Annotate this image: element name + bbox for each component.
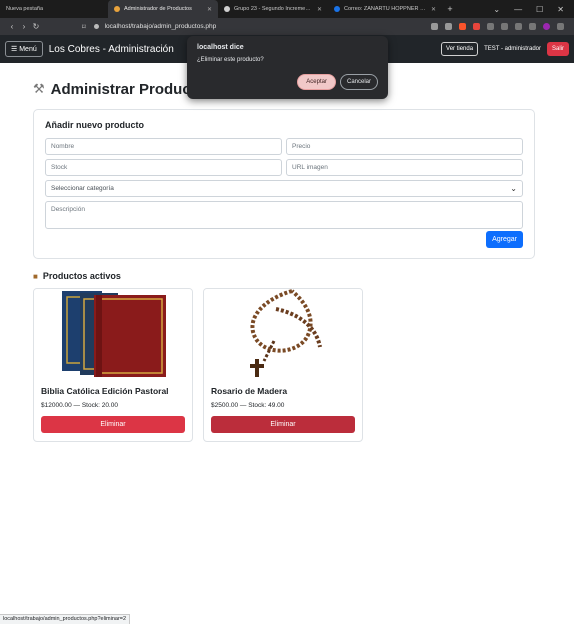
stock-input[interactable]: Stock [45, 159, 282, 176]
view-store-button[interactable]: Ver tienda [441, 42, 479, 56]
browser-tab[interactable]: Grupo 23 - Segundo Incremento Sci ✕ [218, 0, 328, 18]
form-heading: Añadir nuevo producto [45, 120, 144, 130]
browser-tab-active[interactable]: Administrador de Productos ✕ [108, 0, 218, 18]
address-bar: ‹ › ↻ ⌑ localhost/trabajo/admin_producto… [0, 18, 574, 35]
extensions-area [431, 23, 564, 30]
page-title-text: Administrar Product [50, 80, 196, 98]
tools-icon: ⚒ [33, 81, 45, 96]
window-controls: ⌄ — ☐ ✕ [493, 5, 574, 14]
image-url-input[interactable]: URL imagen [286, 159, 523, 176]
confirm-dialog: localhost dice ¿Eliminar este producto? … [187, 36, 388, 99]
box-icon: ■ [33, 271, 38, 281]
bookmark-icon[interactable]: ⌑ [82, 23, 86, 31]
tab-label: Administrador de Productos [124, 6, 192, 12]
close-tab-icon[interactable]: ✕ [317, 6, 322, 13]
product-price-stock: $2500.00 — Stock: 49.00 [211, 402, 285, 409]
browser-tab[interactable]: Correo: ZAÑARTU HOPPNER IGNACI ✕ [328, 0, 442, 18]
page-favicon-icon [114, 6, 120, 12]
back-icon[interactable]: ‹ [6, 22, 18, 31]
cancel-button[interactable]: Cancelar [339, 74, 378, 90]
price-input[interactable]: Precio [286, 138, 523, 155]
tab-label: Correo: ZAÑARTU HOPPNER IGNACI [344, 6, 427, 12]
share-icon[interactable] [431, 23, 438, 30]
logout-button[interactable]: Salir [546, 42, 569, 56]
rosary-image [250, 289, 322, 377]
tab-search-icon[interactable] [501, 23, 508, 30]
product-card: Biblia Católica Edición Pastoral $12000.… [33, 288, 193, 442]
brave-shield-icon[interactable] [459, 23, 466, 30]
url-text: localhost/trabajo/admin_productos.php [104, 23, 217, 30]
add-product-form: Añadir nuevo producto Nombre Precio Stoc… [33, 109, 535, 259]
navbar-right: Ver tienda TEST - administrador Salir [441, 42, 569, 56]
tab-label: Grupo 23 - Segundo Incremento Sci [234, 6, 313, 12]
product-name: Rosario de Madera [211, 386, 288, 396]
product-image-bible [34, 289, 192, 379]
chevron-down-icon: ⌄ [510, 184, 517, 193]
sidebar-icon[interactable] [487, 23, 494, 30]
category-select[interactable]: Seleccionar categoría ⌄ [45, 180, 523, 197]
product-name: Biblia Católica Edición Pastoral [41, 386, 169, 396]
browser-tab[interactable]: Nueva pestaña [0, 0, 108, 18]
forward-icon[interactable]: › [18, 22, 30, 31]
url-field[interactable]: localhost/trabajo/admin_productos.php [93, 21, 431, 33]
new-tab-button[interactable]: + [442, 4, 458, 14]
name-input[interactable]: Nombre [45, 138, 282, 155]
bible-book-image [62, 291, 166, 377]
outlook-icon [334, 6, 340, 12]
site-info-icon[interactable] [93, 24, 99, 29]
active-products-title: Productos activos [42, 271, 121, 281]
close-tab-icon[interactable]: ✕ [431, 6, 436, 13]
vpn-icon[interactable] [529, 23, 536, 30]
product-list: Biblia Católica Edición Pastoral $12000.… [33, 288, 535, 442]
product-image-rosary [204, 289, 362, 379]
reload-icon[interactable]: ↻ [30, 22, 42, 31]
maximize-icon[interactable]: ☐ [536, 5, 543, 14]
menu-button[interactable]: ☰ Menú [5, 41, 43, 57]
add-product-button[interactable]: Agregar [486, 231, 523, 248]
delete-product-button[interactable]: Eliminar [41, 416, 185, 433]
close-tab-icon[interactable]: ✕ [207, 6, 212, 13]
current-user: TEST - administrador [484, 46, 541, 52]
main-container: ⚒ Administrar Product Añadir nuevo produ… [33, 77, 535, 442]
dialog-message: ¿Eliminar este producto? [197, 57, 264, 63]
minimize-icon[interactable]: — [514, 5, 522, 14]
menu-icon[interactable] [557, 23, 564, 30]
close-icon[interactable]: ✕ [557, 5, 564, 14]
rewards-icon[interactable] [473, 23, 480, 30]
browser-tab-bar: Nueva pestaña Administrador de Productos… [0, 0, 574, 18]
product-card: Rosario de Madera $2500.00 — Stock: 49.0… [203, 288, 363, 442]
dialog-title: localhost dice [197, 44, 244, 51]
status-bar: localhost/trabajo/admin_productos.php?el… [0, 614, 131, 624]
web-page: ☰ Menú Los Cobres - Administración Ver t… [0, 35, 574, 624]
star-icon[interactable] [445, 23, 452, 30]
tab-label: Nueva pestaña [6, 6, 43, 12]
product-price-stock: $12000.00 — Stock: 20.00 [41, 402, 118, 409]
globe-icon [224, 6, 230, 12]
extensions-icon[interactable] [515, 23, 522, 30]
active-products-heading: ■ Productos activos [33, 271, 535, 281]
description-textarea[interactable]: Descripción [45, 201, 523, 229]
accept-button[interactable]: Aceptar [297, 74, 336, 90]
chevron-down-icon[interactable]: ⌄ [493, 5, 500, 14]
delete-product-button[interactable]: Eliminar [211, 416, 355, 433]
profile-icon[interactable] [543, 23, 550, 30]
category-select-value: Seleccionar categoría [51, 185, 114, 192]
brand-title: Los Cobres - Administración [48, 43, 174, 55]
